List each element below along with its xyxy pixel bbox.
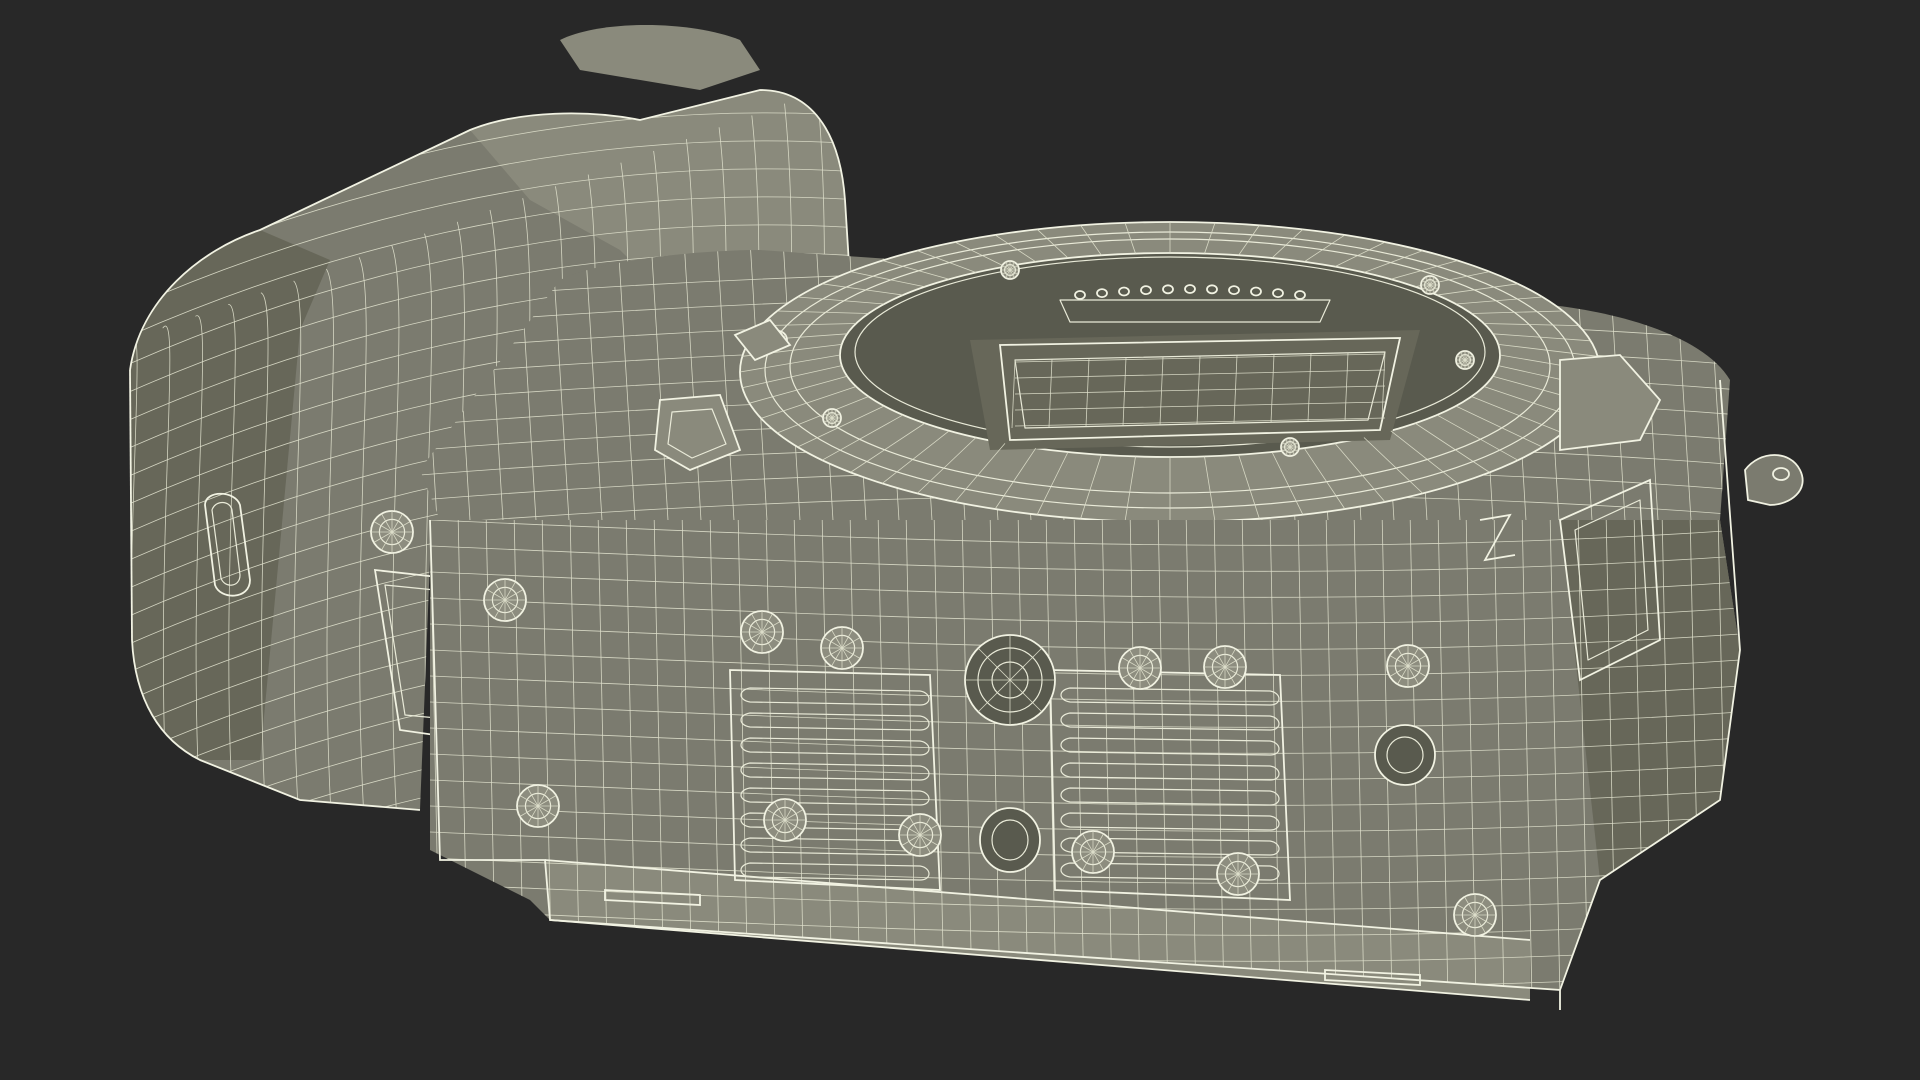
screw xyxy=(763,798,807,842)
screw xyxy=(1420,275,1440,295)
screw xyxy=(1453,893,1497,937)
screw xyxy=(1386,644,1430,688)
tripod-socket xyxy=(964,634,1056,726)
screw xyxy=(370,510,414,554)
screw xyxy=(1118,646,1162,690)
screw xyxy=(740,610,784,654)
locator-hole xyxy=(979,807,1041,873)
screw xyxy=(1455,350,1475,370)
lens-mount xyxy=(739,221,1601,523)
render-viewport: Z5 xyxy=(0,0,1920,1080)
screw xyxy=(1216,852,1260,896)
screw xyxy=(1203,645,1247,689)
camera-wireframe-render: Z5 xyxy=(129,25,1804,1010)
screw xyxy=(516,784,560,828)
screw xyxy=(898,813,942,857)
screw xyxy=(1280,437,1300,457)
screw xyxy=(1000,260,1020,280)
side-hole xyxy=(1374,724,1436,786)
screw xyxy=(1071,830,1115,874)
screw xyxy=(820,626,864,670)
strap-lug xyxy=(1744,454,1804,506)
screw xyxy=(483,578,527,622)
screw xyxy=(822,408,842,428)
